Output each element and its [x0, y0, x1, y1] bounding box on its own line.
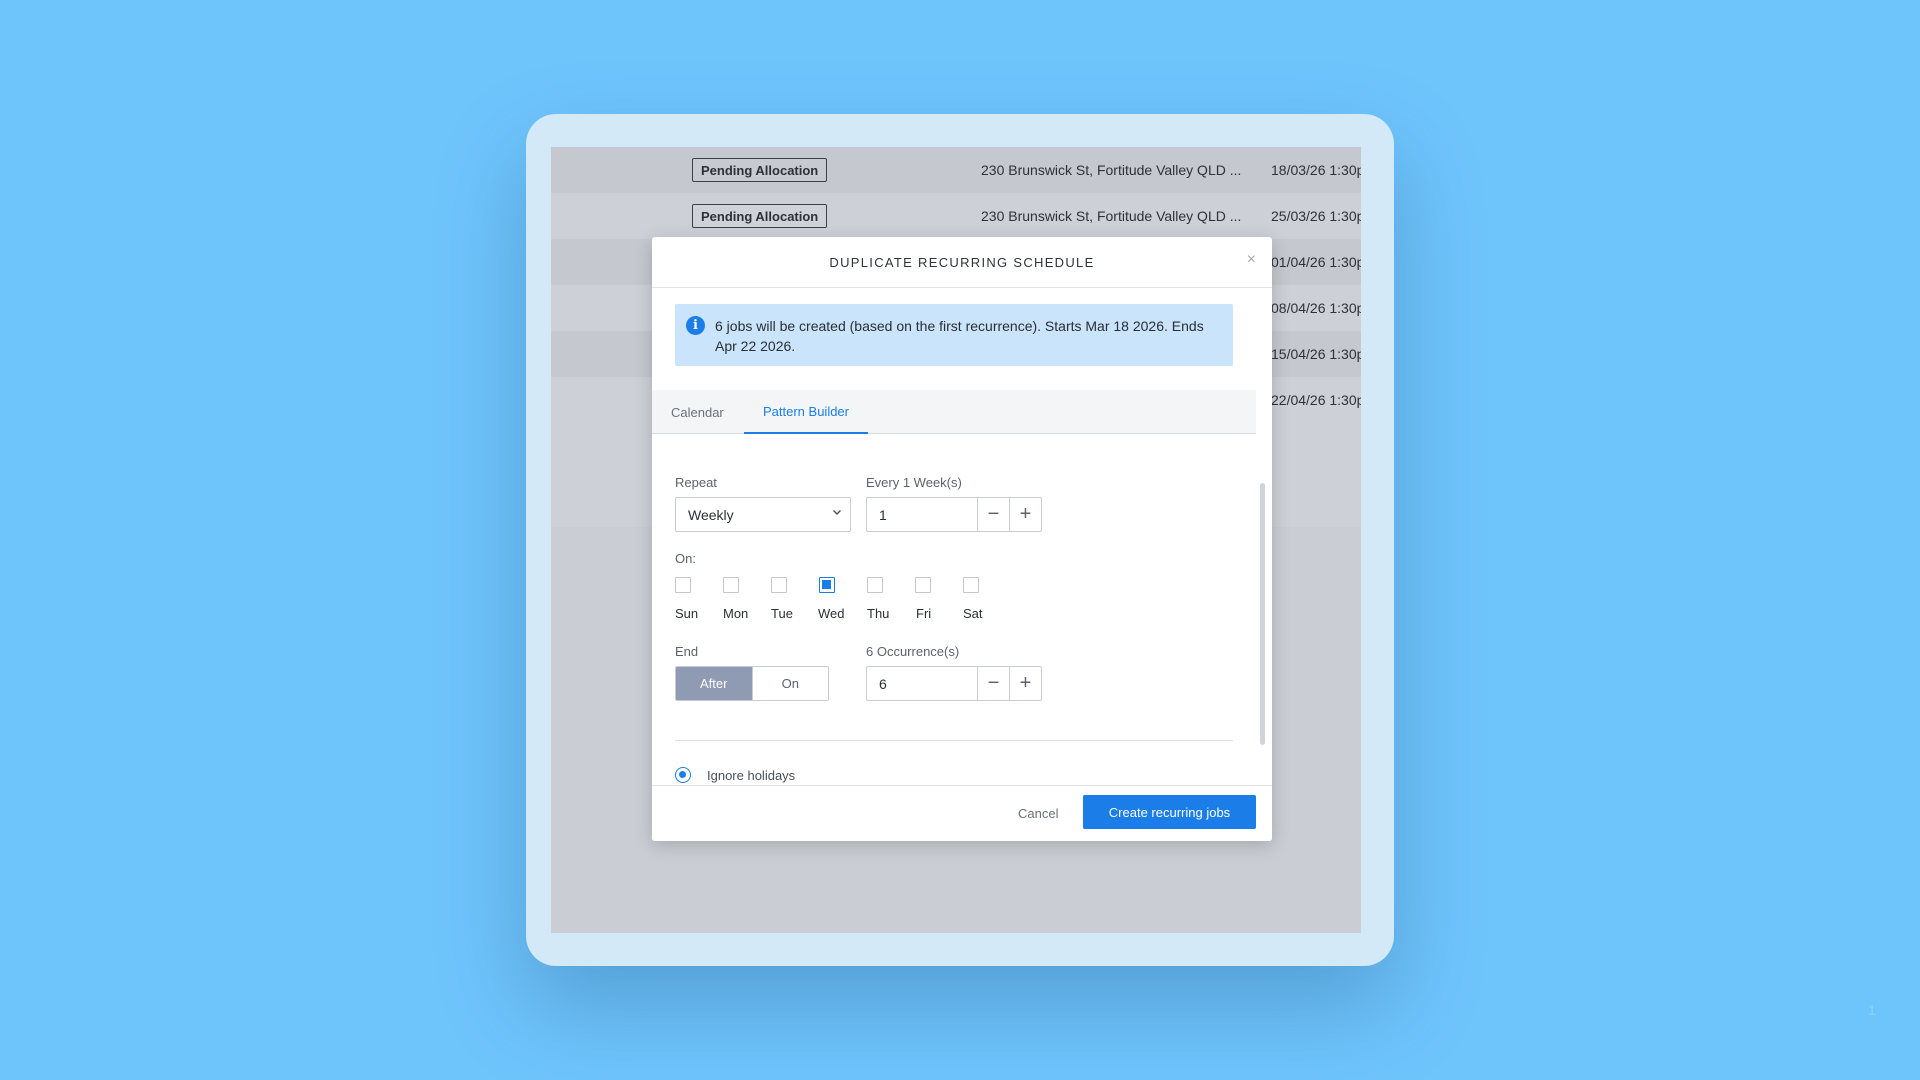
minus-icon[interactable]: −	[977, 667, 1009, 700]
day-checkbox-wed[interactable]	[819, 577, 835, 593]
tab-pattern-builder[interactable]: Pattern Builder	[744, 390, 868, 434]
minus-icon[interactable]: −	[977, 498, 1009, 531]
day-checkbox-sat[interactable]	[963, 577, 979, 593]
date-cell: 08/04/26 1:30pm	[1271, 300, 1361, 316]
modal-title: DUPLICATE RECURRING SCHEDULE	[829, 254, 1095, 270]
day-checkbox-tue[interactable]	[771, 577, 787, 593]
chevron-down-icon	[832, 507, 842, 520]
info-icon: i	[686, 316, 705, 335]
occurrences-label: 6 Occurrence(s)	[866, 644, 960, 659]
plus-icon[interactable]: +	[1009, 498, 1041, 531]
repeat-label: Repeat	[675, 475, 717, 490]
day-checkbox-mon[interactable]	[723, 577, 739, 593]
repeat-select[interactable]: Weekly	[675, 497, 851, 532]
modal-header: DUPLICATE RECURRING SCHEDULE ×	[652, 237, 1272, 288]
interval-input[interactable]: 1	[867, 498, 977, 531]
day-label-thu: Thu	[867, 606, 890, 621]
on-label: On:	[675, 551, 696, 566]
date-cell: 25/03/26 1:30pm	[1271, 208, 1361, 224]
modal-footer: Cancel Create recurring jobs	[652, 785, 1272, 841]
address-cell: 230 Brunswick St, Fortitude Valley QLD .…	[981, 162, 1242, 178]
status-badge: Pending Allocation	[692, 204, 828, 228]
divider	[675, 740, 1233, 741]
end-toggle: After On	[675, 666, 829, 701]
day-checkbox-thu[interactable]	[867, 577, 883, 593]
cancel-button[interactable]: Cancel	[1018, 806, 1058, 821]
info-banner: i 6 jobs will be created (based on the f…	[675, 304, 1233, 366]
plus-icon[interactable]: +	[1009, 667, 1041, 700]
ignore-holidays-label: Ignore holidays	[707, 768, 796, 783]
ignore-holidays-radio[interactable]	[675, 767, 691, 783]
create-recurring-jobs-button[interactable]: Create recurring jobs	[1083, 795, 1256, 829]
occurrences-stepper: 6 − +	[866, 666, 1042, 701]
day-label-sat: Sat	[963, 606, 983, 621]
close-icon[interactable]: ×	[1247, 251, 1256, 269]
address-cell: 230 Brunswick St, Fortitude Valley QLD .…	[981, 208, 1242, 224]
end-label: End	[675, 644, 699, 659]
info-text: 6 jobs will be created (based on the fir…	[715, 318, 1204, 354]
page-number: 1	[1868, 1002, 1876, 1018]
day-label-fri: Fri	[916, 606, 932, 621]
end-on-option[interactable]: On	[751, 667, 828, 700]
table-row[interactable]: Pending Allocation 230 Brunswick St, For…	[551, 147, 1361, 193]
duplicate-schedule-modal: DUPLICATE RECURRING SCHEDULE × i 6 jobs …	[652, 237, 1272, 841]
date-cell: 22/04/26 1:30pm	[1271, 392, 1361, 408]
day-label-sun: Sun	[675, 606, 699, 621]
end-after-option[interactable]: After	[676, 667, 752, 700]
day-checkbox-sun[interactable]	[675, 577, 691, 593]
date-cell: 01/04/26 1:30pm	[1271, 254, 1361, 270]
status-badge: Pending Allocation	[692, 158, 828, 182]
scrollbar[interactable]	[1260, 483, 1265, 745]
interval-stepper: 1 − +	[866, 497, 1042, 532]
table-row[interactable]: Pending Allocation 230 Brunswick St, For…	[551, 193, 1361, 239]
day-label-mon: Mon	[723, 606, 749, 621]
occurrences-input[interactable]: 6	[867, 667, 977, 700]
day-checkbox-fri[interactable]	[915, 577, 931, 593]
date-cell: 15/04/26 1:30pm	[1271, 346, 1361, 362]
date-cell: 18/03/26 1:30pm	[1271, 162, 1361, 178]
tab-bar: Calendar Pattern Builder	[652, 390, 1256, 434]
tab-calendar[interactable]: Calendar	[671, 390, 724, 434]
repeat-select-value: Weekly	[688, 506, 734, 523]
interval-label: Every 1 Week(s)	[866, 475, 962, 490]
day-label-wed: Wed	[818, 606, 845, 621]
day-label-tue: Tue	[771, 606, 793, 621]
